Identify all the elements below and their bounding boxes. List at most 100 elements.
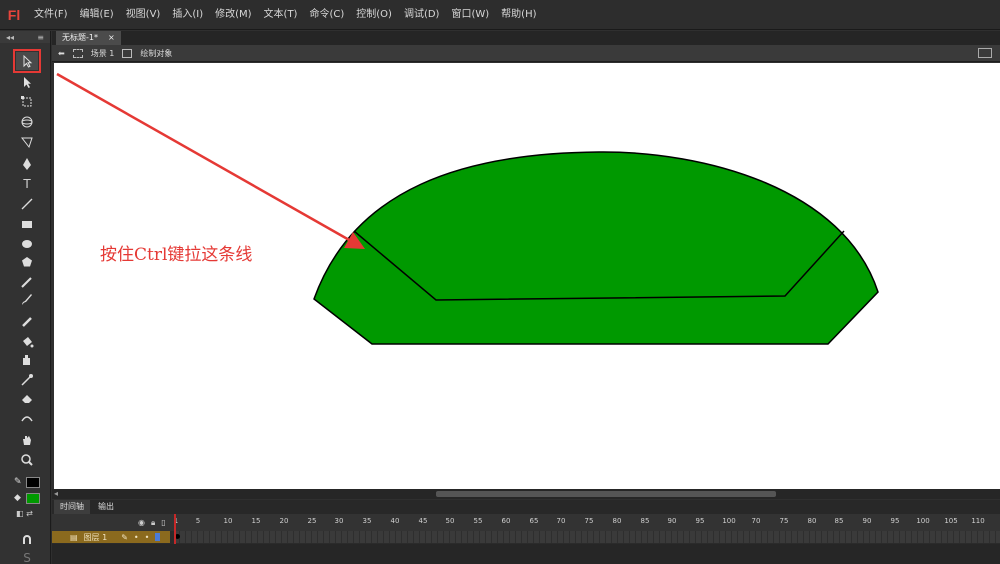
green-shape[interactable]: [313, 151, 879, 345]
smooth-option-icon[interactable]: S: [16, 549, 38, 564]
menu-bar: Fl 文件(F) 编辑(E) 视图(V) 插入(I) 修改(M) 文本(T) 命…: [0, 0, 1000, 30]
show-hide-eye-icon[interactable]: ◉: [138, 518, 145, 528]
frame-tick-label: 65: [529, 517, 539, 525]
scroll-left-icon[interactable]: ◂: [54, 489, 58, 498]
frame-tick-label: 85: [640, 517, 650, 525]
scrollbar-thumb[interactable]: [436, 491, 776, 497]
menu-edit[interactable]: 编辑(E): [74, 0, 120, 30]
frame-ruler[interactable]: 1 5 10 15 20 25 30 35 40 45 50 55 60 65 70 75 80 85 90 95 10…: [174, 514, 1000, 531]
hand-tool-icon[interactable]: [16, 431, 38, 449]
swap-colors-icon[interactable]: ◧ ⇄: [16, 509, 40, 519]
document-tab-close-icon[interactable]: ×: [108, 31, 115, 45]
tab-output[interactable]: 输出: [92, 500, 120, 514]
frame-tick-label: 55: [473, 517, 483, 525]
stage-drawing: [56, 72, 879, 345]
drawing-object-icon: [122, 48, 133, 58]
layer-edit-pencil-icon: ✎: [121, 532, 128, 542]
frame-tick-label: 30: [334, 517, 344, 525]
tools-panel: ◂◂ ≡ T ✎ ◆ ◧ ⇄ S: [0, 31, 51, 564]
menu-debug[interactable]: 调试(D): [398, 0, 446, 30]
lock-icon[interactable]: 🔒︎: [151, 518, 155, 528]
timeline-panel: ◉ 🔒︎ ▯ 1 5 10 15 20 25 30 35 40 45 50 55 60 65 70 75 80 8…: [52, 514, 1000, 564]
lasso-tool-icon[interactable]: [16, 133, 38, 151]
edit-bar: ⬅ 场景 1 绘制对象: [52, 45, 1000, 62]
menu-file[interactable]: 文件(F): [28, 0, 74, 30]
polystar-tool-icon[interactable]: [16, 253, 38, 271]
menu-help[interactable]: 帮助(H): [495, 0, 542, 30]
frame-tick-label: 110: [971, 517, 985, 525]
timeline-tabbar: 时间轴 输出: [52, 500, 1000, 514]
frame-tick-label: 40: [390, 517, 400, 525]
frame-tick-label: 70: [556, 517, 566, 525]
frame-tick-label: 100: [722, 517, 736, 525]
frames-row[interactable]: [174, 531, 1000, 543]
menu-text[interactable]: 文本(T): [258, 0, 304, 30]
fill-color-swatch[interactable]: [26, 493, 40, 504]
line-tool-icon[interactable]: [16, 195, 38, 213]
frame-tick-label: 60: [501, 517, 511, 525]
flash-editor-window: Fl 文件(F) 编辑(E) 视图(V) 插入(I) 修改(M) 文本(T) 命…: [0, 0, 1000, 564]
menu-control[interactable]: 控制(O): [350, 0, 398, 30]
annotation-arrow-line: [56, 72, 352, 243]
tools-panel-header[interactable]: ◂◂ ≡: [0, 31, 50, 43]
breadcrumb-scene[interactable]: 场景 1: [91, 48, 115, 59]
fill-color-control[interactable]: ◆: [14, 493, 42, 505]
rectangle-tool-icon[interactable]: [16, 215, 38, 233]
timeline-header: ◉ 🔒︎ ▯ 1 5 10 15 20 25 30 35 40 45 50 55 60 65 70 75 80 8…: [52, 514, 1000, 531]
outline-icon[interactable]: ▯: [161, 518, 165, 528]
width-tool-icon[interactable]: [16, 409, 38, 427]
document-tabbar: 无标题-1* ×: [52, 31, 1000, 45]
snap-magnet-icon[interactable]: [16, 531, 38, 549]
stage-canvas[interactable]: 按住Ctrl键拉这条线: [54, 63, 1000, 489]
pen-tool-icon[interactable]: [16, 155, 38, 173]
text-tool-icon[interactable]: T: [16, 175, 38, 193]
stroke-color-control[interactable]: ✎: [14, 477, 42, 489]
layer-visible-dot-icon[interactable]: •: [134, 533, 139, 542]
document-tab[interactable]: 无标题-1* ×: [56, 31, 121, 45]
menu-window[interactable]: 窗口(W): [445, 0, 495, 30]
edit-scene-icon[interactable]: [978, 48, 992, 58]
back-arrow-icon[interactable]: ⬅: [58, 49, 65, 58]
breadcrumb-drawing-object[interactable]: 绘制对象: [140, 48, 172, 59]
stage-horizontal-scrollbar[interactable]: ◂: [52, 489, 1000, 499]
free-transform-tool-icon[interactable]: [16, 93, 38, 111]
frame-tick-label: 75: [584, 517, 594, 525]
layer-icon: ▤: [70, 532, 78, 542]
pencil-tool-icon[interactable]: [16, 273, 38, 291]
bone-tool-icon[interactable]: [16, 313, 38, 331]
brush-tool-icon[interactable]: [16, 291, 38, 309]
eyedropper-tool-icon[interactable]: [16, 371, 38, 389]
layer-row[interactable]: ▤ 图层 1 ✎ • •: [52, 531, 170, 543]
frame-tick-label: 95: [890, 517, 900, 525]
paint-bucket-tool-icon[interactable]: [16, 333, 38, 351]
timeline-empty-area: [52, 544, 1000, 564]
layer-controls: ◉ 🔒︎ ▯: [138, 518, 166, 528]
ink-bottle-tool-icon[interactable]: [16, 351, 38, 369]
frame-tick-label: 75: [779, 517, 789, 525]
frame-tick-label: 85: [834, 517, 844, 525]
selection-tool-icon[interactable]: [13, 49, 41, 73]
frame-tick-label: 100: [916, 517, 930, 525]
menu-modify[interactable]: 修改(M): [209, 0, 257, 30]
zoom-tool-icon[interactable]: [16, 451, 38, 469]
stroke-pencil-icon: ✎: [14, 477, 22, 487]
menu-commands[interactable]: 命令(C): [303, 0, 350, 30]
frame-tick-label: 50: [445, 517, 455, 525]
frame-tick-label: 80: [612, 517, 622, 525]
frame-tick-label: 20: [279, 517, 289, 525]
subselection-tool-icon[interactable]: [16, 73, 38, 91]
3d-rotation-tool-icon[interactable]: [16, 113, 38, 131]
menu-view[interactable]: 视图(V): [120, 0, 167, 30]
layer-name[interactable]: 图层 1: [84, 532, 108, 543]
eraser-tool-icon[interactable]: [16, 389, 38, 407]
stroke-color-swatch[interactable]: [26, 477, 40, 488]
menu-insert[interactable]: 插入(I): [166, 0, 209, 30]
layer-lock-dot-icon[interactable]: •: [145, 533, 150, 542]
frame-tick-label: 25: [307, 517, 317, 525]
fill-bucket-icon: ◆: [14, 493, 21, 503]
layer-outline-color-icon[interactable]: [155, 533, 161, 541]
annotation-text: 按住Ctrl键拉这条线: [100, 245, 253, 265]
scene-clapper-icon: [72, 48, 83, 58]
oval-tool-icon[interactable]: [16, 235, 38, 253]
tab-timeline[interactable]: 时间轴: [54, 500, 90, 514]
